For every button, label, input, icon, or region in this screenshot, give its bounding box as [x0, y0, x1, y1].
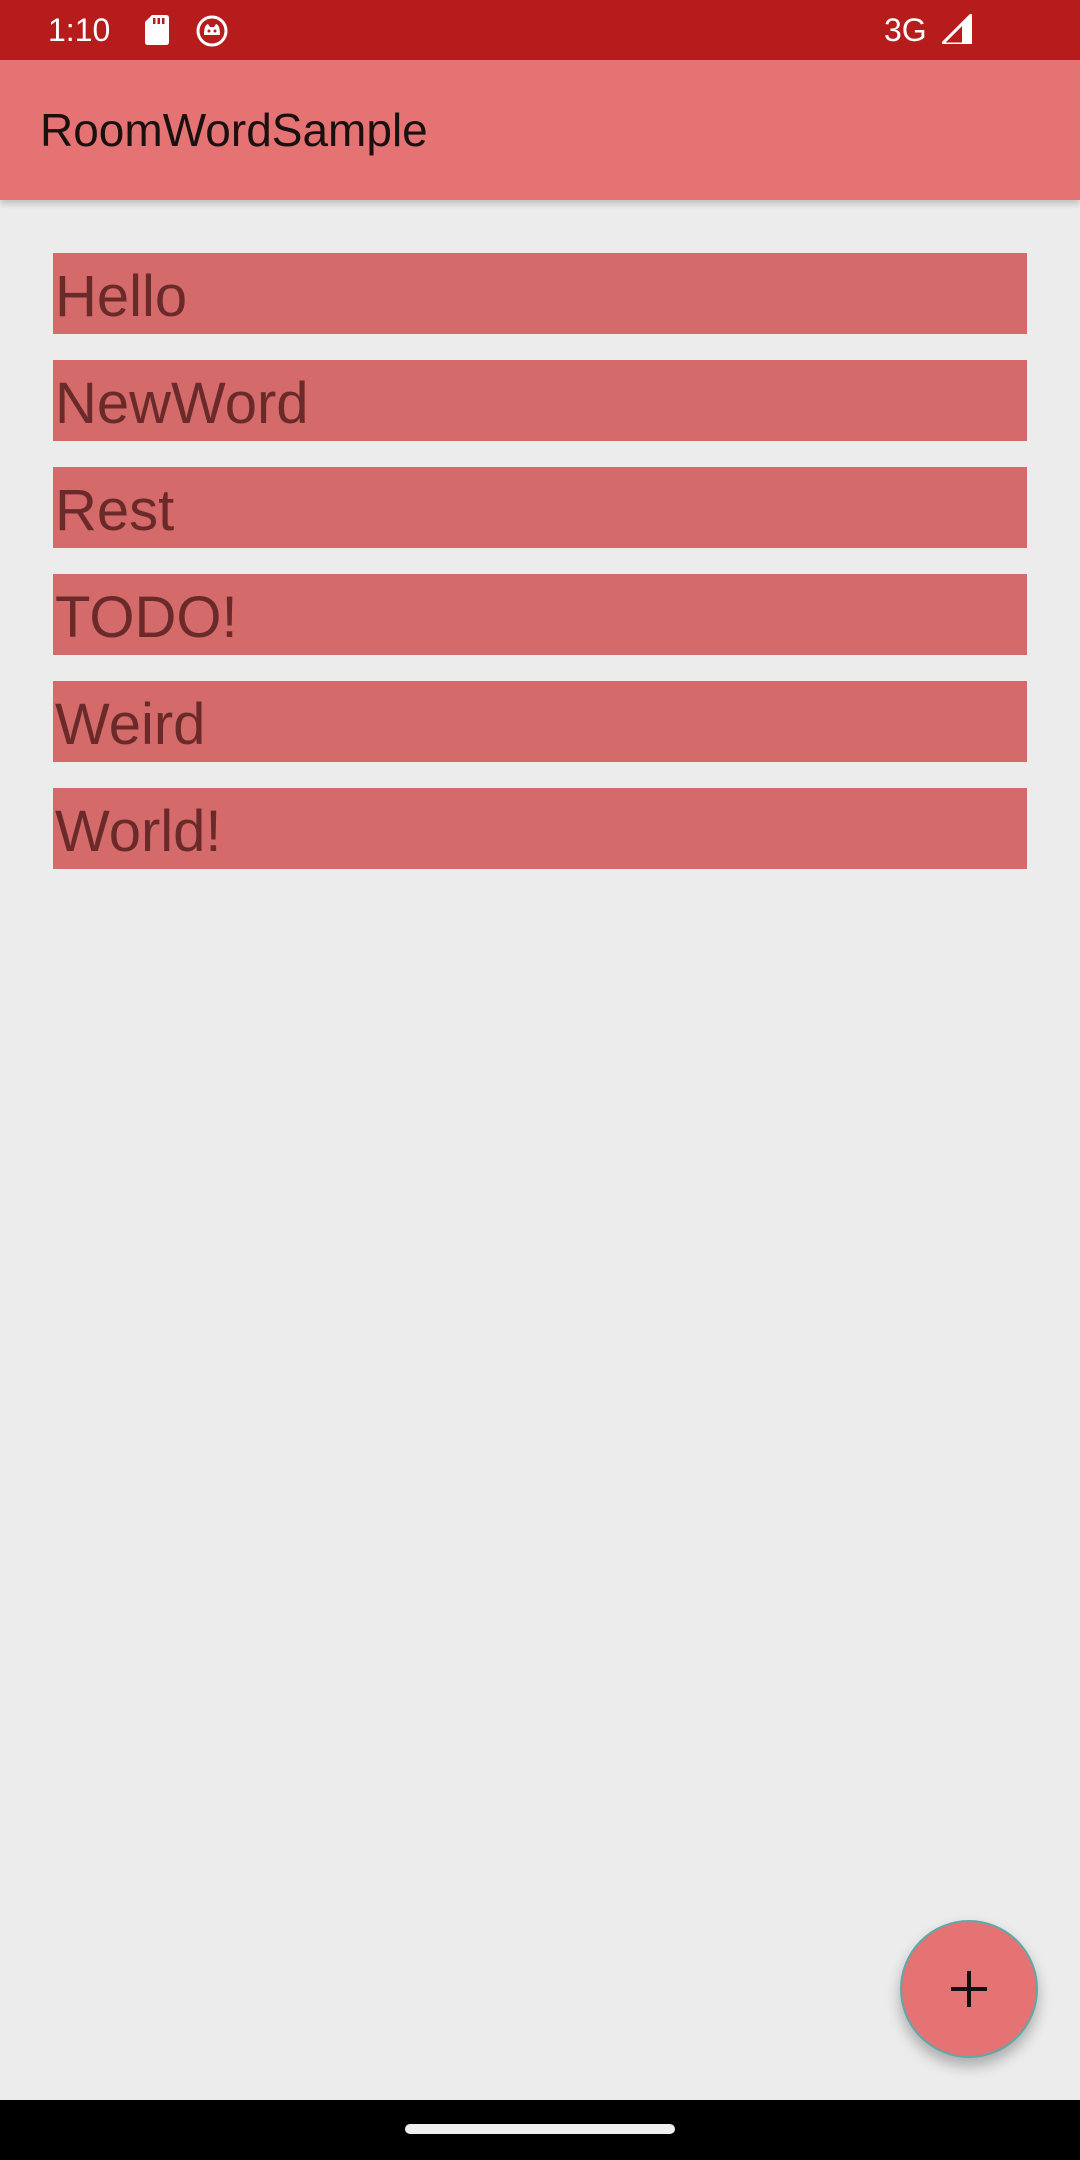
app-screen: 1:10 3G RoomWordSample Hello NewWord Res…	[0, 0, 1080, 2160]
word-item[interactable]: Weird	[53, 681, 1027, 762]
add-word-button[interactable]	[900, 1920, 1038, 2058]
word-item[interactable]: TODO!	[53, 574, 1027, 655]
status-bar: 1:10 3G	[0, 0, 1080, 60]
cellular-signal-icon	[942, 14, 972, 44]
cat-notification-icon	[196, 15, 228, 47]
network-type-label: 3G	[884, 12, 927, 48]
page-title: RoomWordSample	[40, 104, 428, 156]
home-gesture-handle[interactable]	[405, 2124, 675, 2134]
word-label: TODO!	[55, 585, 238, 650]
word-item[interactable]: World!	[53, 788, 1027, 869]
app-bar: RoomWordSample	[0, 60, 1080, 200]
plus-icon	[951, 1971, 987, 2007]
word-item[interactable]: NewWord	[53, 360, 1027, 441]
word-list: Hello NewWord Rest TODO! Weird World!	[53, 253, 1027, 895]
word-label: World!	[55, 799, 222, 864]
word-label: Rest	[55, 478, 175, 543]
status-time: 1:10	[48, 12, 111, 48]
sd-card-icon	[145, 15, 169, 45]
word-item[interactable]: Rest	[53, 467, 1027, 548]
navigation-bar	[0, 2100, 1080, 2160]
word-item[interactable]: Hello	[53, 253, 1027, 334]
word-label: Weird	[55, 692, 206, 757]
word-label: Hello	[55, 264, 188, 329]
word-label: NewWord	[55, 371, 309, 436]
